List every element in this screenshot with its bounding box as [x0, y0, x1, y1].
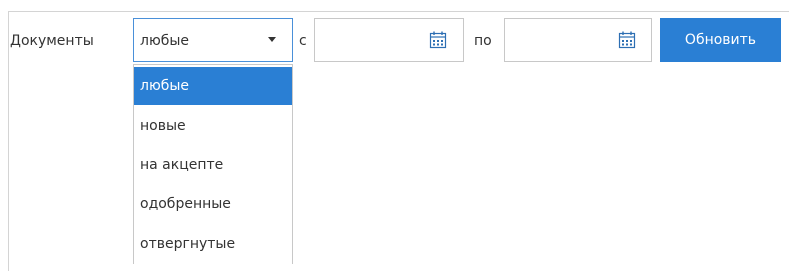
dropdown-option-new[interactable]: новые	[134, 107, 292, 145]
from-label: с	[299, 33, 307, 49]
from-date-input[interactable]	[314, 18, 464, 62]
status-dropdown-list: любые новые на акцепте одобренные отверг…	[133, 64, 293, 264]
select-current-value: любые	[140, 33, 190, 49]
dropdown-option-rejected[interactable]: отвергнутые	[134, 225, 292, 263]
document-status-select[interactable]: любые	[133, 18, 293, 62]
calendar-icon[interactable]	[429, 31, 447, 49]
to-label: по	[474, 33, 492, 49]
calendar-icon[interactable]	[618, 31, 636, 49]
dropdown-option-any[interactable]: любые	[134, 67, 292, 105]
to-date-input[interactable]	[504, 18, 652, 62]
dropdown-option-on-acceptance[interactable]: на акцепте	[134, 146, 292, 184]
dropdown-option-approved[interactable]: одобренные	[134, 185, 292, 223]
documents-label: Документы	[10, 33, 94, 49]
chevron-down-icon[interactable]	[268, 37, 276, 42]
refresh-button[interactable]: Обновить	[660, 18, 781, 62]
